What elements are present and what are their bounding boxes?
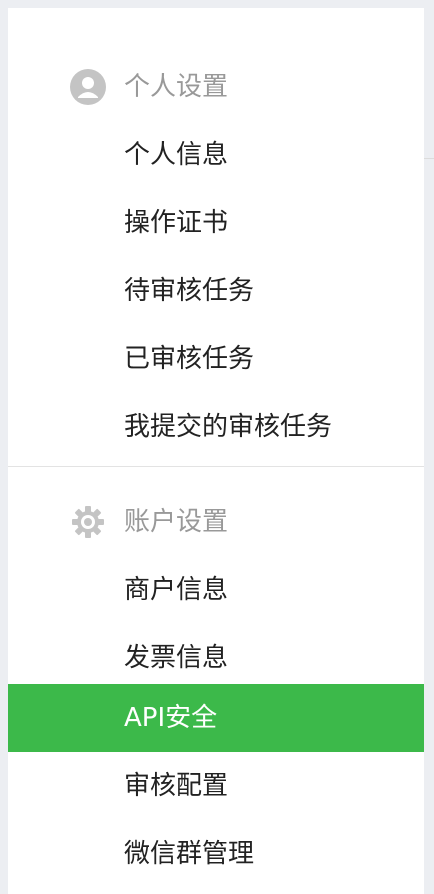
- menu-item-label: 审核配置: [124, 771, 229, 801]
- menu-item-review-config[interactable]: 审核配置: [8, 752, 424, 820]
- section-title-personal-settings: 个人设置: [124, 72, 229, 102]
- menu-item-label: 商户信息: [124, 575, 229, 605]
- menu-item-reviewed-tasks[interactable]: 已审核任务: [8, 325, 424, 393]
- menu-item-label: 微信群管理: [124, 839, 255, 869]
- menu-item-label: API安全: [124, 703, 218, 733]
- section-header-personal-settings: 个人设置: [8, 53, 424, 121]
- settings-sidebar: 个人设置 个人信息 操作证书 待审核任务 已审核任务 我提交的审核任务 账户设置…: [8, 8, 424, 894]
- menu-item-pending-review-tasks[interactable]: 待审核任务: [8, 257, 424, 325]
- section-header-account-settings: 账户设置: [8, 488, 424, 556]
- menu-item-personal-info[interactable]: 个人信息: [8, 121, 424, 189]
- section-title-account-settings: 账户设置: [124, 507, 229, 537]
- menu-item-my-submitted-review-tasks[interactable]: 我提交的审核任务: [8, 393, 424, 461]
- menu-item-label: 待审核任务: [124, 276, 255, 306]
- menu-item-operation-certificate[interactable]: 操作证书: [8, 189, 424, 257]
- menu-item-merchant-info[interactable]: 商户信息: [8, 556, 424, 624]
- menu-item-label: 发票信息: [124, 643, 229, 673]
- menu-item-label: 操作证书: [124, 208, 229, 238]
- menu-item-label: 个人信息: [124, 140, 229, 170]
- menu-item-wechat-group-management[interactable]: 微信群管理: [8, 820, 424, 888]
- menu-item-api-security[interactable]: API安全: [8, 684, 424, 752]
- menu-item-label: 已审核任务: [124, 344, 255, 374]
- gear-icon: [70, 504, 106, 540]
- menu-item-label: 我提交的审核任务: [124, 412, 333, 442]
- menu-item-invoice-info[interactable]: 发票信息: [8, 624, 424, 692]
- user-avatar-icon: [70, 69, 106, 105]
- content-divider: [424, 158, 434, 159]
- section-divider: [8, 466, 424, 467]
